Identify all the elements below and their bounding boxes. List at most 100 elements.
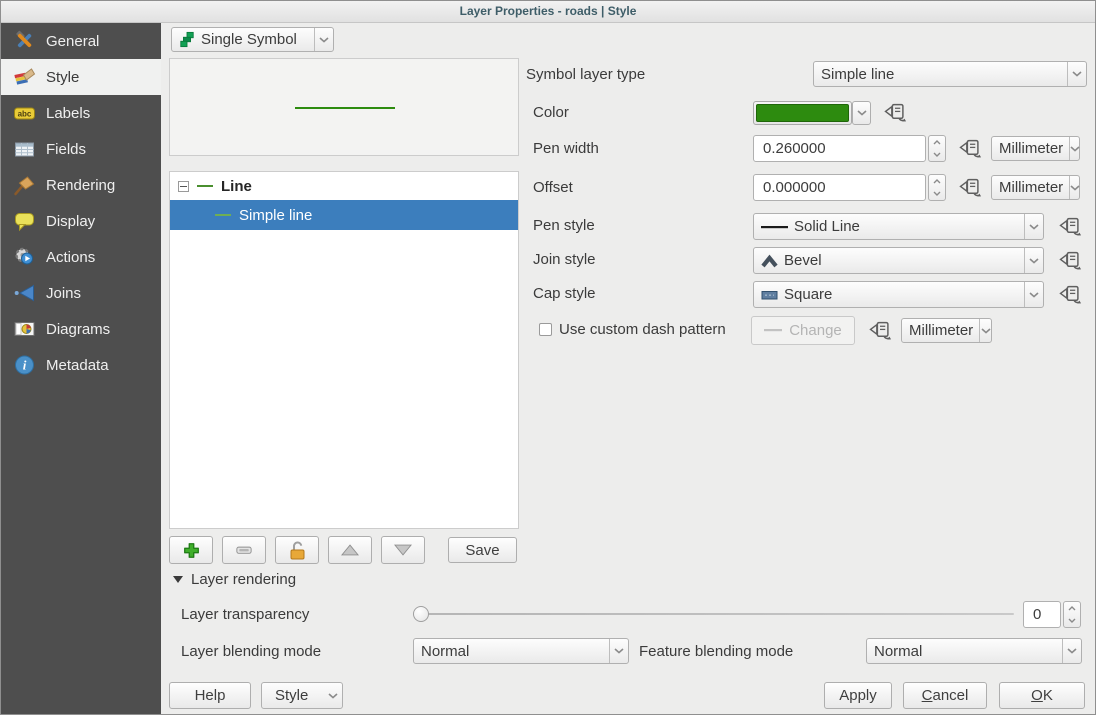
solid-line-icon <box>761 225 788 229</box>
cap-style-combobox[interactable]: Square <box>753 281 1044 308</box>
apply-button[interactable]: Apply <box>824 682 892 709</box>
line-symbol-icon <box>215 214 231 216</box>
layer-blending-combobox[interactable]: Normal <box>413 638 629 664</box>
offset-unit-combobox[interactable]: Millimeter <box>991 175 1080 200</box>
feature-blending-label: Feature blending mode <box>639 638 793 665</box>
cancel-button[interactable]: Cancel <box>903 682 987 709</box>
chevron-down-icon <box>857 110 867 116</box>
style-menu-button[interactable]: Style <box>261 682 343 709</box>
sidebar-item-label: Joins <box>46 285 81 302</box>
move-layer-down-button[interactable] <box>381 536 425 564</box>
change-label: Change <box>789 322 842 339</box>
cap-style-value: Square <box>784 286 832 303</box>
change-dash-button[interactable]: Change <box>751 316 855 345</box>
lock-symbol-layer-button[interactable] <box>275 536 319 564</box>
save-label: Save <box>465 542 499 559</box>
color-dropdown-button[interactable] <box>852 101 871 125</box>
pen-style-label: Pen style <box>533 212 595 239</box>
sidebar-item-general[interactable]: General <box>1 23 161 59</box>
sidebar-item-label: Actions <box>46 249 95 266</box>
data-defined-override-icon[interactable] <box>883 103 907 123</box>
data-defined-override-icon[interactable] <box>1058 217 1082 237</box>
step-up-icon[interactable] <box>1064 602 1080 615</box>
symbol-layer-type-combobox[interactable]: Simple line <box>813 61 1087 87</box>
offset-stepper[interactable] <box>928 174 946 201</box>
sidebar-item-labels[interactable]: abc Labels <box>1 95 161 131</box>
collapse-icon[interactable] <box>178 181 189 192</box>
chevron-down-icon <box>1024 248 1043 273</box>
sidebar-item-fields[interactable]: Fields <box>1 131 161 167</box>
feature-blending-value: Normal <box>874 643 922 660</box>
chevron-down-icon <box>1069 176 1080 199</box>
pen-width-value: 0.260000 <box>763 140 826 157</box>
save-symbol-button[interactable]: Save <box>448 537 517 563</box>
sidebar-item-style[interactable]: Style <box>1 59 161 95</box>
pen-style-value: Solid Line <box>794 218 860 235</box>
chevron-down-icon <box>1024 214 1043 239</box>
table-icon <box>13 138 36 160</box>
join-arrow-icon <box>13 282 36 304</box>
sidebar-item-diagrams[interactable]: Diagrams <box>1 311 161 347</box>
transparency-stepper[interactable] <box>1063 601 1081 628</box>
layer-rendering-header[interactable]: Layer rendering <box>173 571 296 588</box>
plus-icon <box>182 541 201 560</box>
tree-root-label: Line <box>221 178 252 195</box>
sidebar-item-actions[interactable]: Actions <box>1 239 161 275</box>
tree-row-simple-line[interactable]: Simple line <box>170 200 518 230</box>
symbol-preview-line <box>295 107 395 109</box>
data-defined-override-icon[interactable] <box>958 178 982 198</box>
symbol-preview <box>169 58 519 156</box>
ok-button[interactable]: OK <box>999 682 1085 709</box>
collapse-triangle-icon <box>173 576 183 583</box>
renderer-value: Single Symbol <box>201 31 297 48</box>
dash-unit-combobox[interactable]: Millimeter <box>901 318 992 343</box>
join-style-combobox[interactable]: Bevel <box>753 247 1044 274</box>
step-down-icon[interactable] <box>1064 615 1080 628</box>
sidebar-item-rendering[interactable]: Rendering <box>1 167 161 203</box>
sidebar-item-display[interactable]: Display <box>1 203 161 239</box>
data-defined-override-icon[interactable] <box>1058 285 1082 305</box>
add-symbol-layer-button[interactable] <box>169 536 213 564</box>
sidebar-item-label: Display <box>46 213 95 230</box>
step-up-icon[interactable] <box>929 175 945 188</box>
layer-blending-value: Normal <box>421 643 469 660</box>
step-down-icon[interactable] <box>929 188 945 201</box>
step-down-icon[interactable] <box>929 149 945 162</box>
transparency-slider-track[interactable] <box>419 613 1014 615</box>
sidebar-item-metadata[interactable]: i Metadata <box>1 347 161 383</box>
use-custom-dash-checkbox[interactable] <box>539 323 552 336</box>
svg-text:i: i <box>23 358 27 373</box>
pen-style-combobox[interactable]: Solid Line <box>753 213 1044 240</box>
remove-symbol-layer-button[interactable] <box>222 536 266 564</box>
pen-width-input[interactable]: 0.260000 <box>753 135 926 162</box>
sidebar-item-label: Rendering <box>46 177 115 194</box>
transparency-value-input[interactable]: 0 <box>1023 601 1061 628</box>
symbol-layer-type-value: Simple line <box>821 66 894 83</box>
pen-width-stepper[interactable] <box>928 135 946 162</box>
help-button[interactable]: Help <box>169 682 251 709</box>
ok-label: OK <box>1031 687 1053 704</box>
up-triangle-icon <box>341 544 359 556</box>
renderer-combobox[interactable]: Single Symbol <box>171 27 334 52</box>
pen-width-unit-combobox[interactable]: Millimeter <box>991 136 1080 161</box>
sidebar-item-joins[interactable]: Joins <box>1 275 161 311</box>
color-swatch-button[interactable] <box>753 101 852 125</box>
title-bar: Layer Properties - roads | Style <box>1 1 1095 23</box>
tree-row-line[interactable]: Line <box>170 172 518 200</box>
data-defined-override-icon[interactable] <box>1058 251 1082 271</box>
move-layer-up-button[interactable] <box>328 536 372 564</box>
data-defined-override-icon[interactable] <box>868 321 892 341</box>
sidebar-item-label: Fields <box>46 141 86 158</box>
transparency-slider-handle[interactable] <box>413 606 429 622</box>
step-up-icon[interactable] <box>929 136 945 149</box>
sidebar-item-label: Style <box>46 69 79 86</box>
data-defined-override-icon[interactable] <box>958 139 982 159</box>
line-symbol-icon <box>197 185 213 187</box>
style-menu-label: Style <box>275 687 308 704</box>
help-label: Help <box>195 687 226 704</box>
offset-input[interactable]: 0.000000 <box>753 174 926 201</box>
apply-label: Apply <box>839 687 877 704</box>
feature-blending-combobox[interactable]: Normal <box>866 638 1082 664</box>
layer-rendering-label: Layer rendering <box>191 571 296 588</box>
join-style-value: Bevel <box>784 252 822 269</box>
